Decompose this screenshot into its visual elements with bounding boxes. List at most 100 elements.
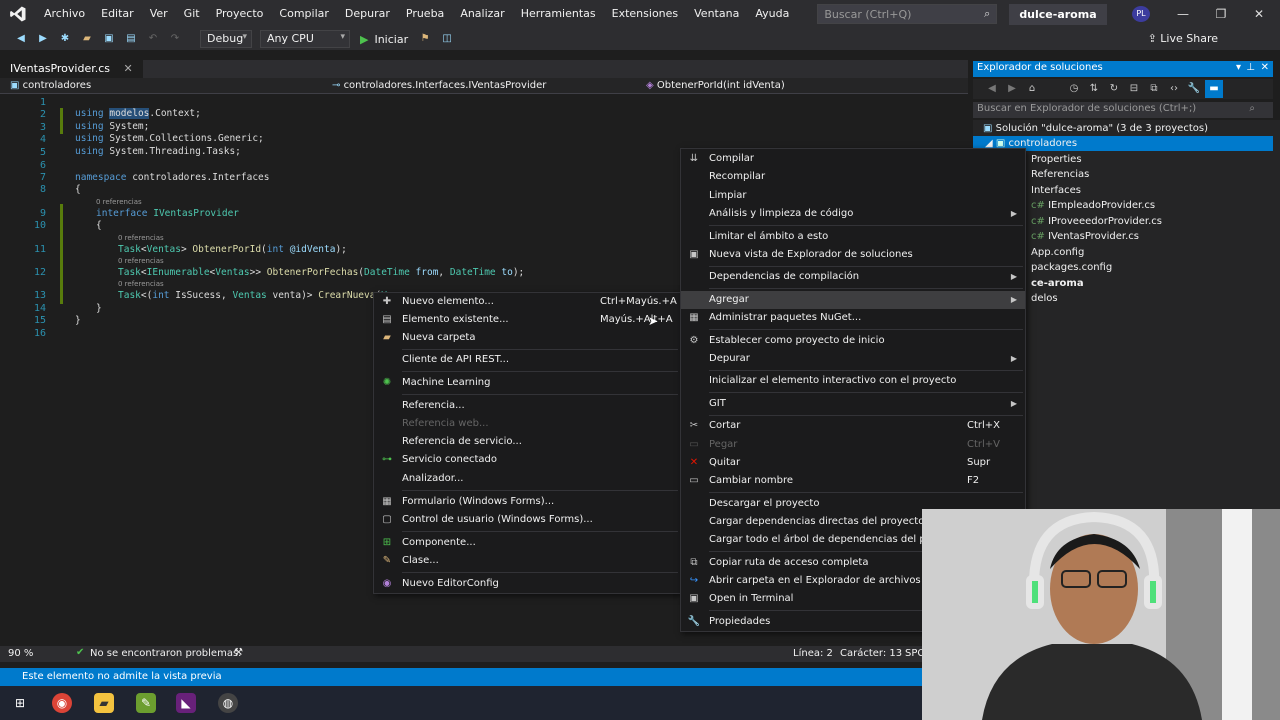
tree-item-properties[interactable]: Properties <box>1031 152 1082 167</box>
windows-start-icon[interactable]: ⊞ <box>10 693 30 713</box>
maximize-icon[interactable]: ❐ <box>1202 0 1240 28</box>
save-all-icon[interactable]: ▤ <box>122 30 140 48</box>
back-icon[interactable]: ◀ <box>12 30 30 48</box>
history-icon[interactable]: ◷ <box>1065 80 1083 98</box>
tree-item-file[interactable]: c# IEmpleadoProvider.cs <box>1031 198 1155 213</box>
menu-item-compilar[interactable]: ⇊ Compilar <box>681 150 1025 168</box>
tree-item-interfaces[interactable]: Interfaces <box>1031 183 1081 198</box>
solution-explorer-search[interactable]: Buscar en Explorador de soluciones (Ctrl… <box>973 102 1273 118</box>
menu-item-editorconfig[interactable]: ◉ Nuevo EditorConfig <box>374 575 680 593</box>
pin-icon[interactable]: ⊥ <box>1246 62 1255 73</box>
menu-item-cambiar-nombre[interactable]: ▭ Cambiar nombre F2 <box>681 472 1025 490</box>
back-icon[interactable]: ◀ <box>983 80 1001 98</box>
zoom-select[interactable]: 90 % <box>8 648 33 659</box>
code-lens[interactable]: 0 referencias <box>118 257 164 265</box>
forward-icon[interactable]: ▶ <box>34 30 52 48</box>
menu-archivo[interactable]: Archivo <box>36 0 93 28</box>
menu-item-nuget[interactable]: ▦ Administrar paquetes NuGet... <box>681 309 1025 327</box>
tree-item-referencias[interactable]: Referencias <box>1031 167 1089 182</box>
menu-item-nueva-vista[interactable]: ▣ Nueva vista de Explorador de soluciones <box>681 246 1025 264</box>
obs-icon[interactable]: ◍ <box>218 693 238 713</box>
refresh-icon[interactable]: ↻ <box>1105 80 1123 98</box>
tree-item-file[interactable]: c# IVentasProvider.cs <box>1031 229 1139 244</box>
menu-item-cliente-api-rest[interactable]: Cliente de API REST... <box>374 351 680 369</box>
menu-item-control-usuario[interactable]: ▢ Control de usuario (Windows Forms)... <box>374 511 680 529</box>
menu-item-elemento-existente[interactable]: ▤ Elemento existente... Mayús.+Alt+A <box>374 311 680 329</box>
visual-studio-taskbar-icon[interactable]: ◣ <box>176 693 196 713</box>
menu-item-agregar[interactable]: Agregar ▶ <box>681 291 1025 309</box>
menu-item-proyecto-inicio[interactable]: ⚙ Establecer como proyecto de inicio <box>681 332 1025 350</box>
search-input[interactable]: Buscar (Ctrl+Q) ⌕ <box>817 4 998 24</box>
file-explorer-icon[interactable]: ▰ <box>94 693 114 713</box>
show-all-files-icon[interactable]: ⧉ <box>1145 80 1163 98</box>
member-combo[interactable]: ◈ ObtenerPorId(int idVenta) <box>640 78 940 94</box>
menu-depurar[interactable]: Depurar <box>337 0 398 28</box>
menu-item-limpiar[interactable]: Limpiar <box>681 187 1025 205</box>
redo-icon[interactable]: ↷ <box>166 30 184 48</box>
tree-solution-node[interactable]: ▣ Solución "dulce-aroma" (3 de 3 proyect… <box>983 121 1208 136</box>
menu-item-referencia[interactable]: Referencia... <box>374 397 680 415</box>
menu-ver[interactable]: Ver <box>142 0 176 28</box>
menu-ventana[interactable]: Ventana <box>686 0 747 28</box>
menu-item-inicializar-interactivo[interactable]: Inicializar el elemento interactivo con … <box>681 372 1025 390</box>
close-window-icon[interactable]: ✕ <box>1240 0 1278 28</box>
menu-item-analisis[interactable]: Análisis y limpieza de código ▶ <box>681 205 1025 223</box>
close-panel-icon[interactable]: ✕ <box>1261 62 1269 73</box>
menu-ayuda[interactable]: Ayuda <box>747 0 797 28</box>
menu-item-nuevo-elemento[interactable]: ✚ Nuevo elemento... Ctrl+Mayús.+A <box>374 293 680 311</box>
menu-item-cortar[interactable]: ✂ Cortar Ctrl+X <box>681 417 1025 435</box>
type-combo[interactable]: ⊸ controladores.Interfaces.IVentasProvid… <box>326 78 632 94</box>
sync-icon[interactable]: ⇅ <box>1085 80 1103 98</box>
menu-item-depurar[interactable]: Depurar ▶ <box>681 350 1025 368</box>
properties-wrench-icon[interactable]: 🔧 <box>1185 80 1203 98</box>
menu-analizar[interactable]: Analizar <box>452 0 512 28</box>
project-combo[interactable]: ▣ controladores <box>4 78 320 94</box>
menu-item-recompilar[interactable]: Recompilar <box>681 168 1025 186</box>
tree-project-modelos[interactable]: delos <box>1031 291 1058 306</box>
tree-item-packages-config[interactable]: packages.config <box>1031 260 1112 275</box>
menu-proyecto[interactable]: Proyecto <box>208 0 272 28</box>
menu-editar[interactable]: Editar <box>93 0 142 28</box>
menu-item-limitar-ambito[interactable]: Limitar el ámbito a esto <box>681 228 1025 246</box>
code-view-icon[interactable]: ‹› <box>1165 80 1183 98</box>
close-tab-icon[interactable]: ✕ <box>124 62 133 75</box>
open-folder-icon[interactable]: ▰ <box>78 30 96 48</box>
config-select[interactable]: Debug <box>200 30 252 48</box>
forward-icon[interactable]: ▶ <box>1003 80 1021 98</box>
live-share-button[interactable]: ⇪ Live Share <box>1148 30 1218 48</box>
menu-item-quitar[interactable]: ✕ Quitar Supr <box>681 454 1025 472</box>
save-icon[interactable]: ▣ <box>100 30 118 48</box>
code-cleanup-icon[interactable]: ⚒ <box>234 647 243 658</box>
menu-item-clase[interactable]: ✎ Clase... <box>374 552 680 570</box>
menu-item-git[interactable]: GIT ▶ <box>681 395 1025 413</box>
menu-item-formulario[interactable]: ▦ Formulario (Windows Forms)... <box>374 493 680 511</box>
preview-icon[interactable]: ▬ <box>1205 80 1223 98</box>
undo-icon[interactable]: ↶ <box>144 30 162 48</box>
menu-prueba[interactable]: Prueba <box>398 0 452 28</box>
code-lens[interactable]: 0 referencias <box>118 280 164 288</box>
chrome-icon[interactable]: ◉ <box>52 693 72 713</box>
code-lens[interactable]: 0 referencias <box>118 234 164 242</box>
menu-item-referencia-servicio[interactable]: Referencia de servicio... <box>374 433 680 451</box>
menu-item-componente[interactable]: ⊞ Componente... <box>374 534 680 552</box>
new-project-icon[interactable]: ✱ <box>56 30 74 48</box>
menu-item-nueva-carpeta[interactable]: ▰ Nueva carpeta <box>374 329 680 347</box>
tree-item-file[interactable]: c# IProveeedorProvider.cs <box>1031 214 1162 229</box>
tree-item-app-config[interactable]: App.config <box>1031 245 1084 260</box>
paint-app-icon[interactable]: ✎ <box>136 693 156 713</box>
menu-item-machine-learning[interactable]: ✺ Machine Learning <box>374 374 680 392</box>
menu-extensiones[interactable]: Extensiones <box>604 0 687 28</box>
menu-item-servicio-conectado[interactable]: ⊶ Servicio conectado <box>374 451 680 469</box>
menu-compilar[interactable]: Compilar <box>271 0 336 28</box>
menu-herramientas[interactable]: Herramientas <box>513 0 604 28</box>
menu-item-analizador[interactable]: Analizador... <box>374 470 680 488</box>
minimize-icon[interactable]: — <box>1164 0 1202 28</box>
user-avatar[interactable]: PL <box>1132 6 1150 22</box>
run-button[interactable]: ▶ Iniciar <box>354 33 414 46</box>
code-lens[interactable]: 0 referencias <box>96 198 142 206</box>
collapse-icon[interactable]: ⊟ <box>1125 80 1143 98</box>
platform-select[interactable]: Any CPU <box>260 30 350 48</box>
dropdown-icon[interactable]: ▾ <box>1236 62 1241 73</box>
menu-item-dependencias-compilacion[interactable]: Dependencias de compilación ▶ <box>681 268 1025 286</box>
problems-status[interactable]: No se encontraron problemas. <box>90 648 241 659</box>
